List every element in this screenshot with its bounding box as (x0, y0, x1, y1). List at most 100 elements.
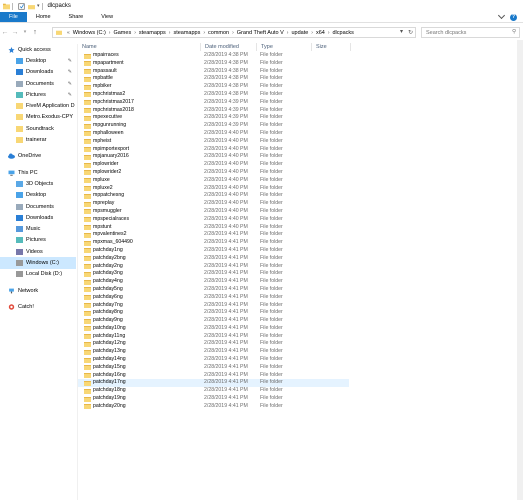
nav-onedrive[interactable]: OneDrive (0, 151, 76, 162)
table-row[interactable]: patchday19ng 2/28/2019 4:41 PM File folder (78, 395, 523, 403)
table-row[interactable]: mpsmuggler 2/28/2019 4:40 PM File folder (78, 208, 523, 216)
table-row[interactable]: mpchristmas2018 2/28/2019 4:39 PM File fol… (78, 107, 523, 115)
breadcrumb-item[interactable]: dlcpacks (333, 30, 354, 36)
recent-locations-icon[interactable]: ▾ (20, 29, 30, 35)
breadcrumb-item[interactable]: update (291, 30, 308, 36)
up-arrow-icon[interactable]: ↑ (30, 29, 40, 36)
nav-catch[interactable]: Catch! (0, 301, 76, 312)
table-row[interactable]: mpchristmas2017 2/28/2019 4:39 PM File fol… (78, 99, 523, 107)
nav-item[interactable]: 3D Objects (0, 178, 76, 189)
table-row[interactable]: patchday12ng 2/28/2019 4:41 PM File folder (78, 340, 523, 348)
customize-toolbar-icon[interactable]: ▾ (37, 3, 40, 9)
nav-item[interactable]: FiveM Application D (0, 100, 76, 111)
nav-item[interactable]: trainerar (0, 134, 76, 145)
breadcrumb-chevron-icon[interactable]: › (134, 30, 136, 36)
breadcrumb-item[interactable]: steamapps (173, 30, 200, 36)
table-row[interactable]: mpluxe 2/28/2019 4:40 PM File folder (78, 177, 523, 185)
breadcrumb-chevron-icon[interactable]: › (328, 30, 330, 36)
nav-item[interactable]: Local Disk (D:) (0, 269, 76, 280)
table-row[interactable]: mpvalentines2 2/28/2019 4:41 PM File folde… (78, 231, 523, 239)
table-row[interactable]: patchday3ng 2/28/2019 4:41 PM File folder (78, 270, 523, 278)
nav-item[interactable]: Downloads (0, 212, 76, 223)
nav-this-pc[interactable]: This PC (0, 167, 76, 178)
table-row[interactable]: patchday17ng 2/28/2019 4:41 PM File folder (78, 379, 349, 388)
pin-icon[interactable]: ✎ (68, 92, 72, 98)
table-row[interactable]: mpchristmas2 2/28/2019 4:38 PM File folder (78, 91, 523, 99)
table-row[interactable]: mpimportexport 2/28/2019 4:40 PM File fold… (78, 146, 523, 154)
table-row[interactable]: patchday11ng 2/28/2019 4:41 PM File folder (78, 333, 523, 341)
breadcrumb-chevron-icon[interactable]: › (169, 30, 171, 36)
table-row[interactable]: mpxmas_604490 2/28/2019 4:41 PM File folde… (78, 239, 523, 247)
nav-item[interactable]: Windows (C:) (0, 257, 76, 269)
breadcrumb-chevron-icon[interactable]: › (109, 30, 111, 36)
nav-item[interactable]: Soundtrack (0, 123, 76, 134)
breadcrumb-item[interactable]: Windows (C:) (73, 30, 106, 36)
table-row[interactable]: patchday4ng 2/28/2019 4:41 PM File folder (78, 278, 523, 286)
table-row[interactable]: patchday16ng 2/28/2019 4:41 PM File folder (78, 372, 523, 380)
nav-network[interactable]: Network (0, 285, 76, 296)
tab-home[interactable]: Home (27, 12, 60, 22)
tab-share[interactable]: Share (60, 12, 93, 22)
nav-item[interactable]: Music (0, 223, 76, 234)
nav-item[interactable]: Desktop (0, 190, 76, 201)
table-row[interactable]: patchday2bng 2/28/2019 4:41 PM File folder (78, 255, 523, 263)
breadcrumb-item[interactable]: steamapps (139, 30, 166, 36)
table-row[interactable]: mphalloween 2/28/2019 4:40 PM File folder (78, 130, 523, 138)
breadcrumb-item[interactable]: common (208, 30, 229, 36)
table-row[interactable]: mpspecialraces 2/28/2019 4:40 PM File fold… (78, 216, 523, 224)
table-row[interactable]: patchday8ng 2/28/2019 4:41 PM File folder (78, 309, 523, 317)
vertical-scrollbar[interactable] (517, 40, 523, 500)
address-bar[interactable]: « Windows (C:) › Games › steamapps › steamapps… (52, 27, 416, 38)
back-arrow-icon[interactable]: ← (0, 29, 10, 36)
table-row[interactable]: patchday15ng 2/28/2019 4:41 PM File folder (78, 364, 523, 372)
nav-item[interactable]: Documents ✎ (0, 78, 76, 89)
expand-ribbon-icon[interactable] (497, 11, 506, 20)
table-row[interactable]: mplowrider2 2/28/2019 4:40 PM File folder (78, 169, 523, 177)
table-row[interactable]: patchday18ng 2/28/2019 4:41 PM File folder (78, 387, 523, 395)
tab-view[interactable]: View (92, 12, 122, 22)
pin-icon[interactable]: ✎ (68, 69, 72, 75)
search-box[interactable]: ⚲ (421, 27, 520, 38)
tab-file[interactable]: File (0, 12, 27, 22)
column-header-name[interactable]: Name (78, 43, 97, 51)
breadcrumb-chevron-icon[interactable]: › (311, 30, 313, 36)
forward-arrow-icon[interactable]: → (10, 29, 20, 36)
nav-item[interactable]: Desktop ✎ (0, 55, 76, 66)
table-row[interactable]: mpreplay 2/28/2019 4:40 PM File folder (78, 200, 523, 208)
table-row[interactable]: mpheist 2/28/2019 4:40 PM File folder (78, 138, 523, 146)
search-input[interactable] (426, 29, 506, 36)
table-row[interactable]: mplowrider 2/28/2019 4:40 PM File folder (78, 161, 523, 169)
breadcrumb-item[interactable]: Grand Theft Auto V (237, 30, 284, 36)
overflow-chevron-icon[interactable]: « (67, 30, 70, 36)
nav-item[interactable]: Videos (0, 246, 76, 257)
table-row[interactable]: patchday2ng 2/28/2019 4:41 PM File folder (78, 263, 523, 271)
table-row[interactable]: mpassault 2/28/2019 4:38 PM File folder (78, 68, 523, 76)
refresh-icon[interactable]: ↻ (408, 29, 413, 36)
address-dropdown-icon[interactable]: ▾ (400, 28, 403, 35)
breadcrumb-item[interactable]: Games (113, 30, 131, 36)
table-row[interactable]: mpbattle 2/28/2019 4:38 PM File folder (78, 75, 523, 83)
breadcrumb-chevron-icon[interactable]: › (203, 30, 205, 36)
table-row[interactable]: mppatchesng 2/28/2019 4:40 PM File folder (78, 192, 523, 200)
table-row[interactable]: patchday9ng 2/28/2019 4:41 PM File folder (78, 317, 523, 325)
nav-item[interactable]: Pictures (0, 235, 76, 246)
nav-item[interactable]: Documents (0, 201, 76, 212)
column-header-type[interactable]: Type (256, 43, 273, 51)
table-row[interactable]: mpjanuary2016 2/28/2019 4:40 PM File folde… (78, 153, 523, 161)
table-row[interactable]: mpstunt 2/28/2019 4:40 PM File folder (78, 224, 523, 232)
table-row[interactable]: mpexecutive 2/28/2019 4:39 PM File folder (78, 114, 523, 122)
table-row[interactable]: patchday14ng 2/28/2019 4:41 PM File folder (78, 356, 523, 364)
table-row[interactable]: mpairraces 2/28/2019 4:38 PM File folder (78, 52, 523, 60)
table-row[interactable]: mpgunrunning 2/28/2019 4:39 PM File folder (78, 122, 523, 130)
nav-quick-access[interactable]: Quick access (0, 44, 76, 55)
nav-item[interactable]: Pictures ✎ (0, 89, 76, 100)
breadcrumb-chevron-icon[interactable]: › (287, 30, 289, 36)
column-header-size[interactable]: Size (311, 43, 327, 51)
new-folder-icon[interactable] (28, 3, 35, 10)
help-icon[interactable]: ? (510, 13, 517, 21)
table-row[interactable]: patchday5ng 2/28/2019 4:41 PM File folder (78, 286, 523, 294)
pin-icon[interactable]: ✎ (68, 81, 72, 87)
breadcrumb-chevron-icon[interactable]: › (232, 30, 234, 36)
nav-item[interactable]: Downloads ✎ (0, 67, 76, 78)
properties-icon[interactable] (18, 2, 25, 10)
